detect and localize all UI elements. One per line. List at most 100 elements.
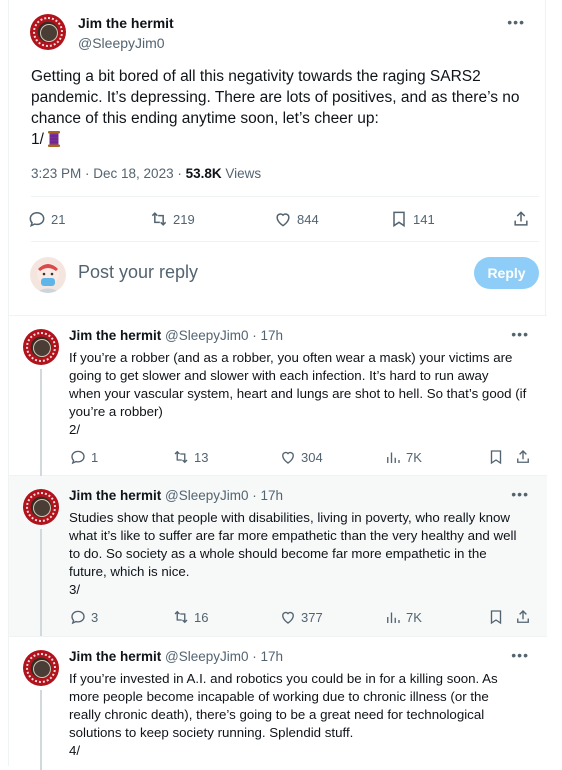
- reply-text-line: when your vascular system, heart and lun…: [69, 386, 527, 401]
- thread-connector: [40, 690, 42, 770]
- repost-action[interactable]: 219: [149, 209, 195, 229]
- reply-text: Studies show that people with disabiliti…: [69, 509, 539, 599]
- author-handle[interactable]: @SleepyJim0: [78, 35, 165, 51]
- reply-text-line: solutions to keep society running. Splen…: [69, 725, 354, 740]
- bookmark-action[interactable]: [487, 608, 505, 626]
- reply-text-line: Studies show that people with disabiliti…: [69, 510, 510, 525]
- tweet-text-line: Getting a bit bored of all this negativi…: [31, 68, 481, 85]
- repost-action[interactable]: 16: [172, 608, 208, 626]
- more-options-icon[interactable]: •••: [511, 486, 529, 502]
- heart-icon: [279, 608, 297, 626]
- tweet-meta: 3:23 PM · Dec 18, 2023 · 53.8K Views: [31, 166, 261, 181]
- repost-icon: [172, 448, 190, 466]
- bookmark-count: 141: [413, 211, 435, 227]
- repost-count: 219: [173, 211, 195, 227]
- views-action[interactable]: 7K: [384, 448, 422, 466]
- more-options-icon[interactable]: •••: [511, 326, 529, 342]
- reply-text-line: 2/: [69, 422, 81, 437]
- like-count: 304: [301, 449, 323, 465]
- reply-text: If you’re invested in A.I. and robotics …: [69, 670, 539, 760]
- reply-text-line: 4/: [69, 743, 81, 758]
- views-count: 53.8K: [185, 166, 222, 181]
- author-avatar[interactable]: [23, 329, 59, 365]
- tweet-timestamp[interactable]: 3:23 PM · Dec 18, 2023 ·: [31, 166, 186, 181]
- repost-count: 16: [194, 609, 209, 625]
- share-icon: [514, 448, 532, 466]
- reply-header: Jim the hermit @SleepyJim0 · 17h: [69, 488, 283, 503]
- divider: [31, 241, 539, 242]
- author-avatar[interactable]: [23, 489, 59, 525]
- reply-icon: [69, 448, 87, 466]
- more-options-icon[interactable]: •••: [507, 14, 525, 30]
- like-action[interactable]: 844: [273, 209, 319, 229]
- reply-action[interactable]: 3: [69, 608, 98, 626]
- reply-text-line: If you’re a robber (and as a robber, you…: [69, 350, 513, 365]
- reply-icon: [69, 608, 87, 626]
- views-label: Views: [221, 166, 262, 181]
- author-name[interactable]: Jim the hermit: [69, 328, 161, 343]
- reply-input[interactable]: Post your reply: [78, 262, 198, 283]
- reply-text-line: really chronic death), there’s going to …: [69, 707, 485, 722]
- analytics-icon: [384, 448, 402, 466]
- views-count: 7K: [406, 609, 422, 625]
- reply-action[interactable]: 1: [69, 448, 98, 466]
- more-options-icon[interactable]: •••: [511, 647, 529, 663]
- like-count: 377: [301, 609, 323, 625]
- reply-count: 1: [91, 449, 99, 465]
- like-count: 844: [297, 211, 319, 227]
- thread-counter: 1/: [31, 131, 44, 148]
- reply-action[interactable]: 21: [27, 209, 65, 229]
- tweet-actions: 21 219 844 141: [9, 207, 547, 231]
- bookmark-icon: [487, 608, 505, 626]
- like-action[interactable]: 377: [279, 608, 323, 626]
- views-action[interactable]: 7K: [384, 608, 422, 626]
- like-action[interactable]: 304: [279, 448, 323, 466]
- spool-of-thread-icon: [47, 131, 61, 147]
- reply-actions: 1 13 304 7K: [9, 448, 547, 468]
- reply-text-line: to do. So society as a whole should beco…: [69, 546, 487, 561]
- reply-text-line: If you’re invested in A.I. and robotics …: [69, 671, 498, 686]
- author-avatar[interactable]: [23, 650, 59, 686]
- share-icon: [511, 209, 531, 229]
- reply-header: Jim the hermit @SleepyJim0 · 17h: [69, 649, 283, 664]
- repost-icon: [149, 209, 169, 229]
- tweet-text: Getting a bit bored of all this negativi…: [31, 66, 526, 150]
- repost-icon: [172, 608, 190, 626]
- reply-text-line: future, which is nice.: [69, 564, 190, 579]
- share-action[interactable]: [514, 448, 532, 466]
- author-name[interactable]: Jim the hermit: [69, 488, 161, 503]
- handle-time[interactable]: @SleepyJim0 · 17h: [161, 488, 283, 503]
- reply-count: 21: [51, 211, 66, 227]
- handle-time[interactable]: @SleepyJim0 · 17h: [161, 649, 283, 664]
- repost-action[interactable]: 13: [172, 448, 208, 466]
- bookmark-action[interactable]: [487, 448, 505, 466]
- reply-text-line: more people become incapable of working …: [69, 689, 489, 704]
- reply-text-line: 3/: [69, 582, 81, 597]
- reply-text-line: you’re a robber): [69, 404, 163, 419]
- share-action[interactable]: [514, 608, 532, 626]
- heart-icon: [279, 448, 297, 466]
- reply-text-line: going to get slower and slower with each…: [69, 368, 489, 383]
- reply-icon: [27, 209, 47, 229]
- handle-time[interactable]: @SleepyJim0 · 17h: [161, 328, 283, 343]
- share-action[interactable]: [511, 209, 531, 229]
- thread-reply[interactable]: Jim the hermit @SleepyJim0 · 17h ••• If …: [9, 316, 547, 479]
- tweet-text-line: chance of this ending anytime soon, let’…: [31, 110, 379, 127]
- bookmark-action[interactable]: 141: [389, 209, 435, 229]
- divider: [31, 196, 539, 197]
- bookmark-icon: [389, 209, 409, 229]
- reply-text-line: what it’s like to suffer are far more em…: [69, 528, 517, 543]
- thread-reply[interactable]: Jim the hermit @SleepyJim0 · 17h ••• If …: [9, 637, 547, 770]
- analytics-icon: [384, 608, 402, 626]
- author-name[interactable]: Jim the hermit: [69, 649, 161, 664]
- views-count: 7K: [406, 449, 422, 465]
- tweet-text-line: 1/: [31, 129, 526, 150]
- tweet-text-line: pandemic. It’s depressing. There are lot…: [31, 89, 520, 106]
- heart-icon: [273, 209, 293, 229]
- author-name[interactable]: Jim the hermit: [78, 15, 174, 31]
- share-icon: [514, 608, 532, 626]
- current-user-avatar[interactable]: [30, 257, 66, 293]
- author-avatar[interactable]: [30, 14, 66, 50]
- thread-reply[interactable]: Jim the hermit @SleepyJim0 · 17h ••• Stu…: [9, 476, 547, 637]
- reply-button[interactable]: Reply: [474, 257, 539, 289]
